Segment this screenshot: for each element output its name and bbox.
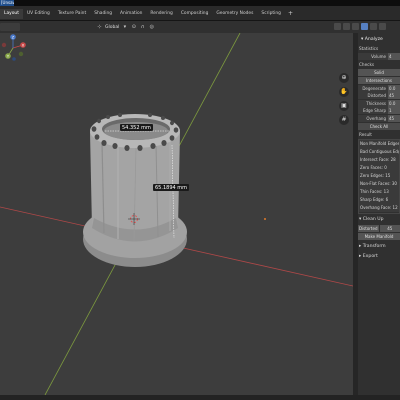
stat-value: 4 — [388, 52, 400, 60]
tab-texture-paint[interactable]: Texture Paint — [54, 9, 90, 19]
result-item[interactable]: Zero Edges: 15 — [359, 172, 399, 180]
viewport-scene — [0, 33, 353, 395]
n-panel-sidebar: ▾ Analyze Statistics Volume 4 Checks Sol… — [358, 33, 400, 395]
workspace-tabbar: Layout UV Editing Texture Paint Shading … — [0, 6, 400, 21]
magnet-icon[interactable]: ∩ — [139, 24, 146, 31]
navigation-gizmo[interactable]: X Y Z — [0, 33, 28, 61]
result-list: Non Manifold Edges: 1 Bad Contiguous Edg… — [358, 138, 400, 214]
tab-scripting[interactable]: Scripting — [257, 9, 285, 19]
shading-solid-button[interactable] — [361, 23, 368, 30]
check-key: Distorted — [358, 92, 388, 100]
transform-orientation[interactable]: ⊹ Global ▾ ⊙ ∩ ◎ — [96, 23, 155, 31]
object-origin — [264, 218, 266, 220]
overlay-toggle[interactable] — [334, 23, 341, 30]
result-item[interactable]: Non Manifold Edges: 1 — [359, 140, 399, 149]
check-row-distorted[interactable]: Distorted 45 — [358, 92, 400, 100]
tab-animation[interactable]: Animation — [116, 9, 146, 19]
pivot-icon[interactable]: ⊙ — [130, 24, 137, 31]
orientation-icon: ⊹ — [97, 23, 102, 30]
check-row-overhang[interactable]: Overhang 45 — [358, 114, 400, 122]
viewport-shading-controls — [334, 23, 386, 30]
checks-label: Checks — [359, 61, 375, 67]
shading-material-button[interactable] — [370, 23, 377, 30]
orientation-label: Global — [105, 24, 120, 30]
chevron-down-icon: ▾ — [123, 23, 127, 30]
result-item[interactable]: Intersect Face: 28 — [359, 156, 399, 164]
check-key: Edge Sharp — [358, 107, 388, 115]
grid-icon[interactable]: # — [339, 115, 349, 125]
check-row-degenerate[interactable]: Degenerate 0.0 — [358, 84, 400, 92]
stat-row-volume[interactable]: Volume 4 — [358, 52, 400, 60]
check-row-edge-sharp[interactable]: Edge Sharp 1 — [358, 107, 400, 115]
viewport-nav-buttons: ⊕ ✋ ▣ # — [339, 73, 349, 125]
check-key: Thickness — [358, 99, 388, 107]
cleanup-distorted-row: Distorted 45 — [358, 224, 400, 232]
statistics-label: Statistics — [359, 45, 379, 51]
tab-geometry-nodes[interactable]: Geometry Nodes — [212, 9, 257, 19]
shading-rendered-button[interactable] — [379, 23, 386, 30]
check-value: 45 — [388, 114, 400, 122]
result-item[interactable]: Sharp Edge: 6 — [359, 196, 399, 204]
diameter-measurement: 54.352 mm — [120, 124, 153, 131]
cleanup-value-field[interactable]: 45 — [379, 224, 400, 232]
cleanup-panel-header[interactable]: ▾ Clean Up — [358, 214, 400, 224]
add-workspace-button[interactable]: + — [285, 9, 296, 19]
result-item[interactable]: Overhang Face: 12 — [359, 204, 399, 212]
height-measurement: 65.1894 mm — [153, 184, 190, 191]
tab-rendering[interactable]: Rendering — [146, 9, 176, 19]
hand-icon[interactable]: ✋ — [339, 87, 349, 97]
result-item[interactable]: Thin Faces: 13 — [359, 188, 399, 196]
3d-viewport[interactable]: 54.352 mm 65.1894 mm X Y Z ⊕ ✋ ▣ # — [0, 33, 353, 395]
xray-toggle[interactable] — [343, 23, 350, 30]
result-item[interactable]: Non-Flat Faces: 30 — [359, 180, 399, 188]
check-key: Overhang — [358, 114, 388, 122]
check-value: 0.0 — [388, 99, 400, 107]
solid-button[interactable]: Solid — [358, 68, 400, 76]
tab-compositing[interactable]: Compositing — [177, 9, 213, 19]
mode-selector[interactable] — [0, 23, 20, 31]
viewport-header: ⊹ Global ▾ ⊙ ∩ ◎ — [0, 21, 400, 33]
camera-icon[interactable]: ▣ — [339, 101, 349, 111]
proportional-icon[interactable]: ◎ — [148, 24, 155, 31]
result-item[interactable]: Bad Contiguous Edges: — [359, 148, 399, 157]
check-row-thickness[interactable]: Thickness 0.0 — [358, 99, 400, 107]
check-key: Degenerate — [358, 84, 388, 92]
tab-layout[interactable]: Layout — [0, 9, 23, 19]
panel-title-analyze[interactable]: ▾ Analyze — [358, 33, 400, 44]
export-panel-header[interactable]: ▸ Export — [358, 251, 400, 261]
intersections-button[interactable]: Intersections — [358, 76, 400, 84]
check-all-button[interactable]: Check All — [358, 122, 400, 130]
distorted-button[interactable]: Distorted — [358, 224, 379, 232]
tab-uv-editing[interactable]: UV Editing — [23, 9, 54, 19]
check-value: 45 — [388, 92, 400, 100]
check-value: 0.0 — [388, 84, 400, 92]
result-label: Result — [359, 132, 372, 138]
tab-shading[interactable]: Shading — [90, 9, 116, 19]
transform-panel-header[interactable]: ▸ Transform — [358, 241, 400, 251]
result-item[interactable]: Zero Faces: 0 — [359, 164, 399, 172]
check-value: 1 — [388, 107, 400, 115]
stat-key: Volume — [358, 52, 388, 60]
shading-wireframe-button[interactable] — [352, 23, 359, 30]
workspace-tabs: Layout UV Editing Texture Paint Shading … — [0, 9, 296, 19]
zoom-icon[interactable]: ⊕ — [339, 73, 349, 83]
status-bar — [0, 395, 400, 400]
make-manifold-button[interactable]: Make Manifold — [358, 232, 400, 240]
